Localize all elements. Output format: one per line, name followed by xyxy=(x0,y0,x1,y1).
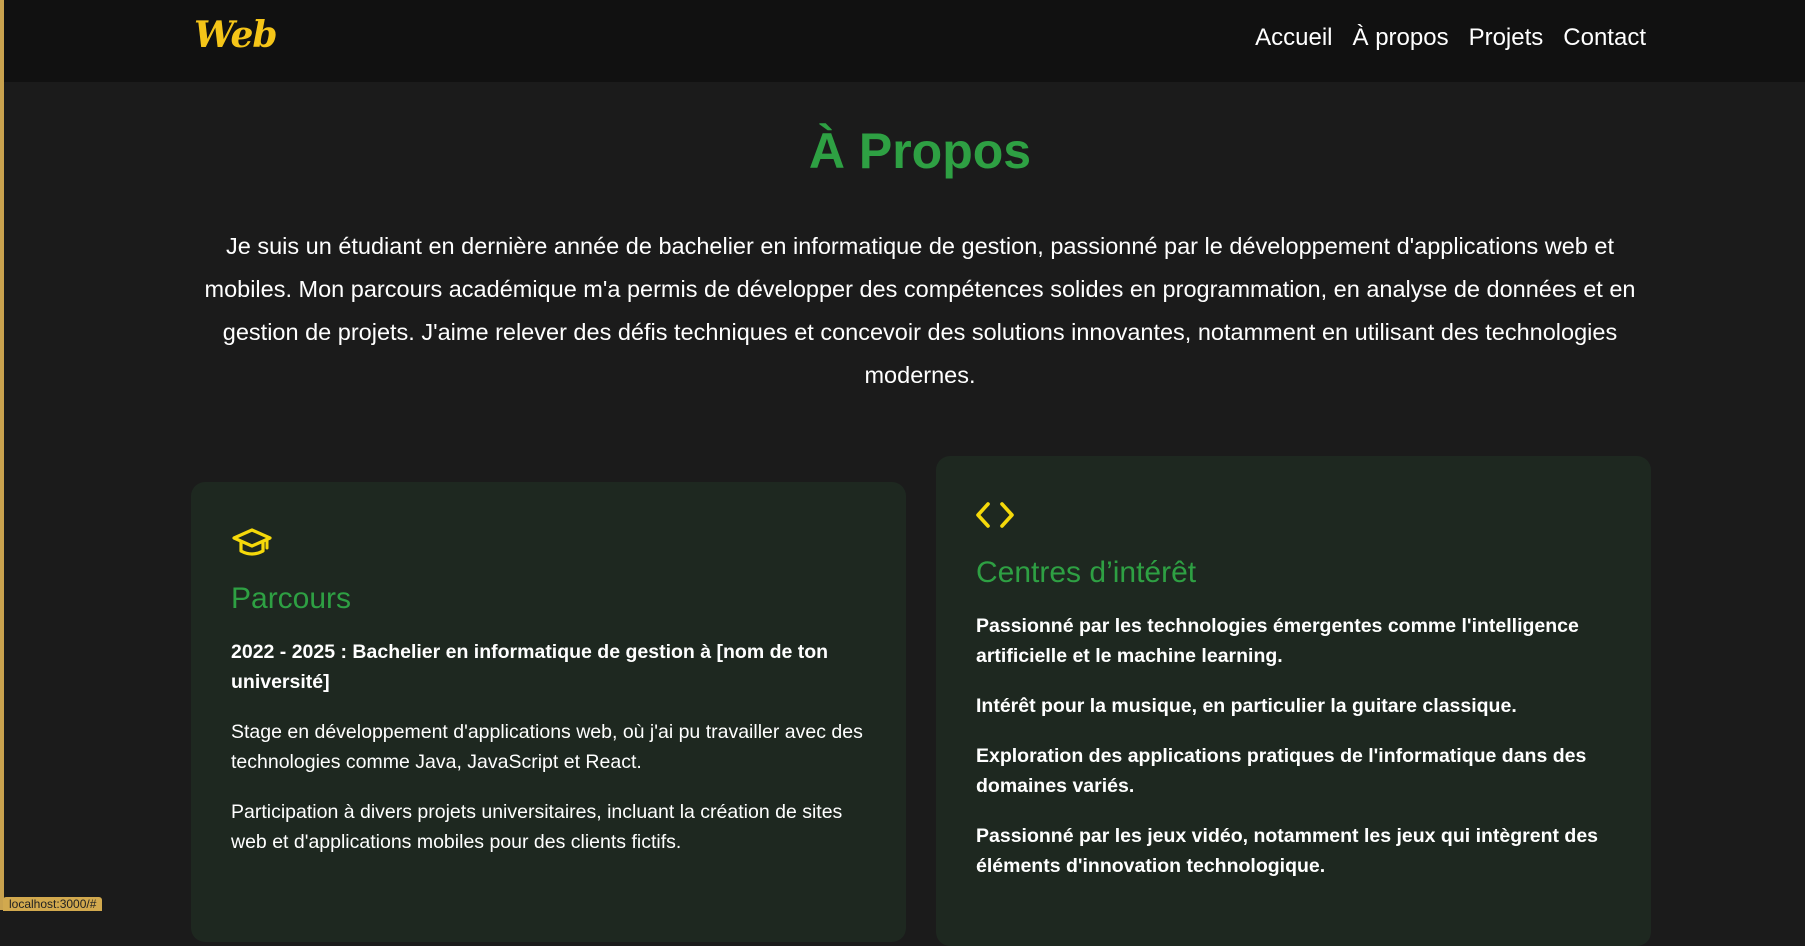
parcours-item: Participation à divers projets universit… xyxy=(231,801,843,853)
main-nav: Accueil À propos Projets Contact xyxy=(1255,24,1646,52)
interets-item: Passionné par les technologies émergente… xyxy=(976,615,1579,667)
parcours-title: Parcours xyxy=(231,582,352,615)
nav-projets[interactable]: Projets xyxy=(1469,24,1544,52)
parcours-card: Parcours 2022 - 2025 : Bachelier en info… xyxy=(191,482,906,942)
interets-list: Passionné par les technologies émergente… xyxy=(976,611,1611,901)
site-logo[interactable]: Web xyxy=(194,14,278,56)
parcours-item: Stage en développement d'applications we… xyxy=(231,721,863,773)
interets-item: Exploration des applications pratiques d… xyxy=(976,745,1587,797)
interets-title: Centres d’intérêt xyxy=(976,556,1197,589)
parcours-list: 2022 - 2025 : Bachelier en informatique … xyxy=(231,637,866,877)
interets-item: Intérêt pour la musique, en particulier … xyxy=(976,695,1517,717)
graduation-cap-icon xyxy=(232,528,272,556)
interets-card: Centres d’intérêt Passionné par les tech… xyxy=(936,456,1651,946)
nav-a-propos[interactable]: À propos xyxy=(1353,24,1449,52)
link-url-status: localhost:3000/# xyxy=(3,897,103,911)
page-title: À Propos xyxy=(808,123,1032,179)
site-header: Web Accueil À propos Projets Contact xyxy=(4,0,1805,82)
interets-item: Passionné par les jeux vidéo, notamment … xyxy=(976,825,1599,877)
nav-contact[interactable]: Contact xyxy=(1563,24,1646,52)
intro-paragraph: Je suis un étudiant en dernière année de… xyxy=(204,233,1636,388)
parcours-item: 2022 - 2025 : Bachelier en informatique … xyxy=(231,641,829,693)
code-icon xyxy=(976,502,1014,528)
nav-accueil[interactable]: Accueil xyxy=(1255,24,1332,52)
